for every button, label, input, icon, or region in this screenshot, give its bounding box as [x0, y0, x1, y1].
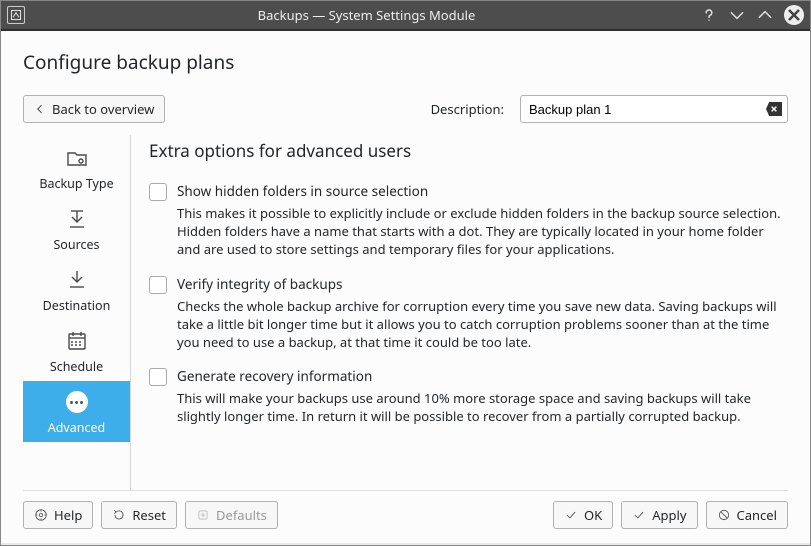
window-titlebar: Backups — System Settings Module — [1, 1, 810, 31]
dialog-footer: Help Reset Defaults OK Apply Cancel — [23, 490, 788, 529]
sidebar-item-backup-type[interactable]: Backup Type — [23, 137, 130, 198]
app-menu-icon[interactable] — [7, 6, 25, 24]
option-verify-integrity: Verify integrity of backups Checks the w… — [149, 275, 784, 352]
reset-button-label: Reset — [132, 506, 166, 524]
maximize-icon[interactable] — [756, 6, 774, 24]
description-input[interactable] — [520, 95, 788, 123]
calendar-icon — [64, 328, 90, 354]
option-description: This will make your backups use around 1… — [177, 389, 784, 425]
sources-icon — [64, 206, 90, 232]
section-title: Extra options for advanced users — [149, 139, 784, 162]
sidebar: Backup Type Sources Destination Schedule — [23, 135, 131, 490]
sidebar-item-label: Schedule — [50, 358, 103, 375]
close-icon[interactable] — [784, 5, 804, 25]
checkbox-verify-integrity[interactable] — [149, 276, 167, 294]
minimize-icon[interactable] — [728, 6, 746, 24]
help-button[interactable]: Help — [23, 501, 93, 529]
destination-icon — [64, 267, 90, 293]
help-button-label: Help — [54, 506, 82, 524]
sidebar-item-label: Destination — [43, 297, 111, 314]
apply-button[interactable]: Apply — [621, 501, 697, 529]
cancel-button[interactable]: Cancel — [706, 501, 788, 529]
option-hidden-folders: Show hidden folders in source selection … — [149, 182, 784, 259]
defaults-button[interactable]: Defaults — [185, 501, 278, 529]
option-title: Verify integrity of backups — [177, 275, 784, 293]
clear-input-icon[interactable] — [766, 102, 782, 116]
option-title: Show hidden folders in source selection — [177, 182, 784, 200]
apply-button-label: Apply — [652, 506, 686, 524]
sidebar-item-label: Backup Type — [39, 175, 113, 192]
window-title: Backups — System Settings Module — [33, 6, 700, 24]
settings-content: Extra options for advanced users Show hi… — [131, 135, 788, 490]
option-description: This makes it possible to explicitly inc… — [177, 204, 784, 259]
checkbox-recovery-info[interactable] — [149, 368, 167, 386]
sidebar-item-advanced[interactable]: Advanced — [23, 381, 130, 442]
cancel-button-label: Cancel — [737, 506, 777, 524]
option-recovery-info: Generate recovery information This will … — [149, 367, 784, 425]
back-to-overview-button[interactable]: Back to overview — [23, 95, 165, 123]
ok-button[interactable]: OK — [553, 501, 613, 529]
sidebar-item-schedule[interactable]: Schedule — [23, 320, 130, 381]
option-title: Generate recovery information — [177, 367, 784, 385]
sidebar-item-label: Advanced — [48, 419, 106, 436]
sidebar-item-label: Sources — [53, 236, 99, 253]
ok-button-label: OK — [584, 506, 602, 524]
sidebar-item-sources[interactable]: Sources — [23, 198, 130, 259]
option-description: Checks the whole backup archive for corr… — [177, 297, 784, 352]
reset-button[interactable]: Reset — [101, 501, 177, 529]
help-icon[interactable] — [700, 6, 718, 24]
folder-icon — [64, 145, 90, 171]
back-button-label: Back to overview — [52, 100, 154, 118]
page-title: Configure backup plans — [23, 49, 788, 75]
description-label: Description: — [431, 100, 504, 118]
sidebar-item-destination[interactable]: Destination — [23, 259, 130, 320]
advanced-icon — [64, 389, 90, 415]
defaults-button-label: Defaults — [216, 506, 267, 524]
checkbox-hidden-folders[interactable] — [149, 183, 167, 201]
